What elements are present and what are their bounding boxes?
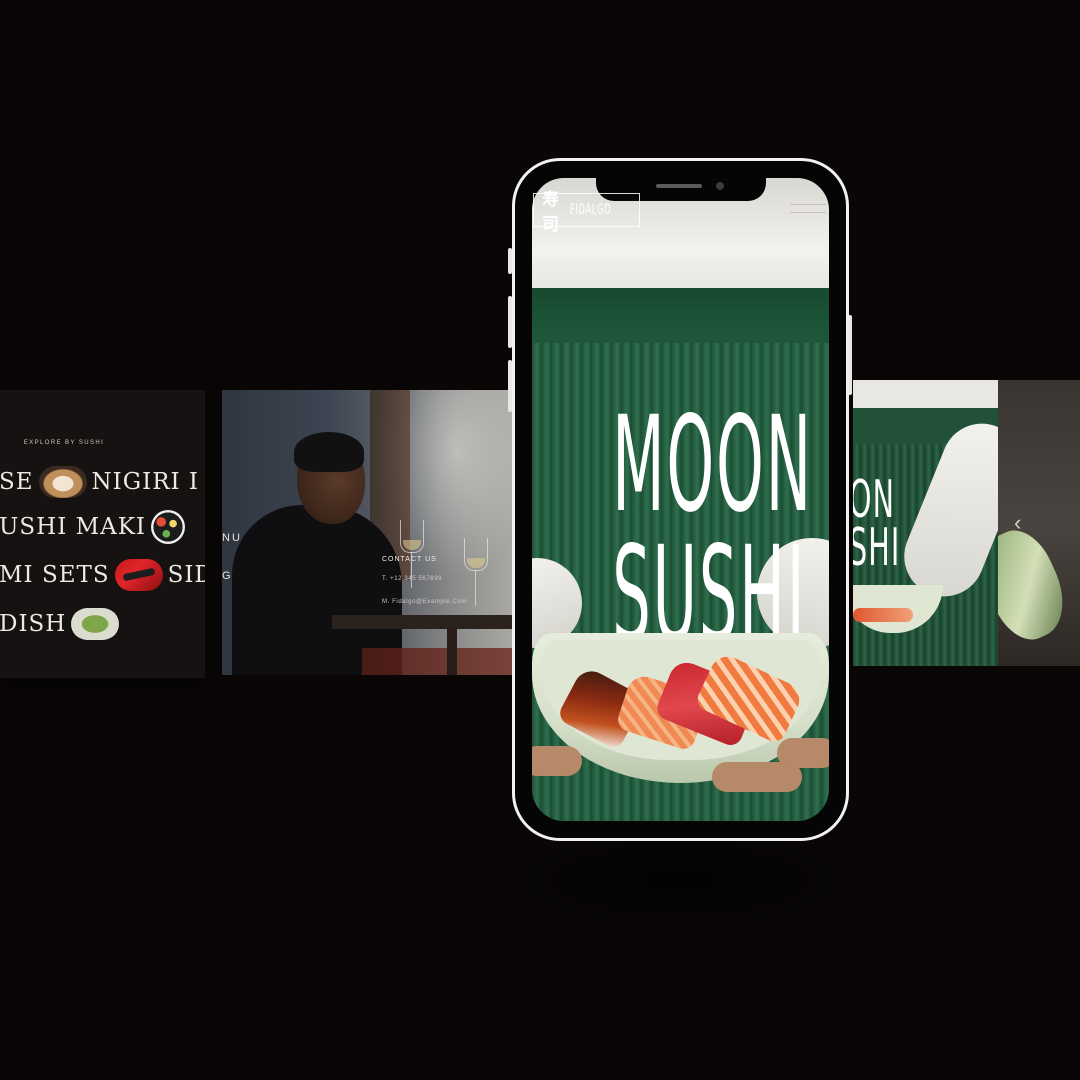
menu-link-partial[interactable]: G <box>222 570 233 582</box>
contact-email[interactable]: M. Fidalgo@Example.Com <box>382 599 467 605</box>
nigiri-thumbnail[interactable] <box>38 466 87 498</box>
hero-title-line: MOON <box>612 388 813 542</box>
page: { "explore_panel": { "heading": "EXPLORE… <box>0 0 1080 1080</box>
category-label[interactable]: USHI MAKI <box>0 514 151 540</box>
explore-heading: EXPLORE BY SUSHI <box>23 440 105 446</box>
apron-waistband <box>532 288 829 350</box>
diner-hair <box>294 432 364 472</box>
logo-wordmark: FIDALGO <box>570 202 612 218</box>
wine-glass <box>464 538 488 571</box>
explore-by-sushi-panel: EXPLORE BY SUSHI SE NIGIRI I USHI MAKI M… <box>0 390 205 678</box>
glass-stem <box>475 570 476 606</box>
maki-thumbnail[interactable] <box>151 510 186 544</box>
side-dish-thumbnail[interactable] <box>71 608 120 640</box>
hamburger-menu-icon[interactable] <box>790 204 830 220</box>
restaurant-table <box>332 615 512 629</box>
hero-preview-panel: ON SHI <box>853 380 998 666</box>
category-label[interactable]: MI SETS <box>0 562 115 588</box>
front-camera <box>716 182 724 190</box>
category-row[interactable]: MI SETS SIDI <box>0 559 205 591</box>
category-row[interactable]: USHI MAKI <box>0 510 186 544</box>
menu-link-partial[interactable]: NU <box>222 532 242 544</box>
hero-title: MOON SUSHI <box>612 388 813 661</box>
logo-kanji: 寿司 <box>542 190 559 235</box>
restaurant-chairs <box>362 648 512 675</box>
hero-title-partial: ON SHI <box>853 470 901 578</box>
category-label[interactable]: DISH <box>0 611 71 637</box>
contact-phone[interactable]: T. +12 345 567899 <box>382 576 442 582</box>
left-hand <box>532 746 582 776</box>
speaker-grille <box>656 184 702 188</box>
gallery-panel: ‹ <box>998 380 1080 666</box>
category-row[interactable]: SE NIGIRI I <box>0 466 204 498</box>
phone-screen: MOON SUSHI <box>532 178 829 821</box>
table-leg <box>447 628 457 675</box>
chevron-left-icon[interactable]: ‹ <box>1014 510 1021 536</box>
brand-logo[interactable]: 寿司 FIDALGO <box>533 190 640 235</box>
category-label[interactable]: SIDI <box>163 562 205 588</box>
contact-panel: NU G CONTACT US T. +12 345 567899 M. Fid… <box>222 390 512 675</box>
salmon-nigiri <box>853 608 913 622</box>
category-label[interactable]: NIGIRI I <box>87 469 204 495</box>
contact-title: CONTACT US <box>382 556 437 563</box>
right-fingers <box>777 738 829 768</box>
shirt <box>853 380 998 410</box>
category-label[interactable]: SE <box>0 469 39 495</box>
leaf-garnish <box>998 520 1078 650</box>
sashimi-thumbnail[interactable] <box>114 559 163 591</box>
category-row[interactable]: DISH <box>0 608 120 640</box>
wine-glass <box>400 520 424 553</box>
